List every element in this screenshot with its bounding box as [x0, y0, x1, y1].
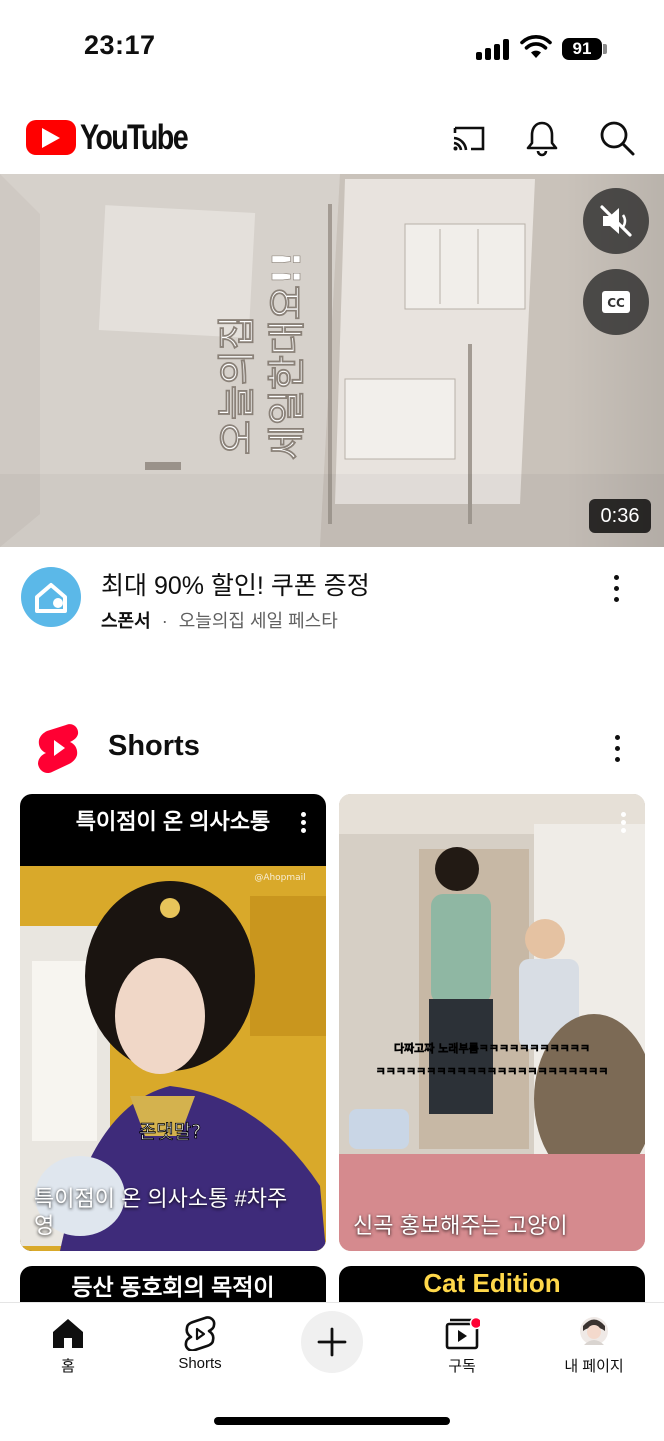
house-logo-icon	[35, 583, 67, 613]
ad-meta: 스폰서 · 오늘의집 세일 페스타	[101, 607, 338, 633]
battery-indicator: 91	[562, 38, 602, 60]
wifi-icon	[520, 34, 552, 60]
short-card-4[interactable]: Cat Edition	[339, 1266, 645, 1302]
shorts-icon	[184, 1316, 216, 1351]
short-card-4-title: Cat Edition	[423, 1268, 561, 1298]
bell-icon[interactable]	[522, 118, 562, 158]
shorts-logo-icon	[36, 722, 80, 774]
status-time: 23:17	[84, 30, 156, 60]
plus-icon	[317, 1327, 347, 1357]
shorts-more-options-icon[interactable]	[613, 735, 621, 765]
short-card-2-title: 신곡 홍보해주는 고양이	[353, 1213, 568, 1238]
subscriptions-icon	[445, 1316, 480, 1350]
short-card-1[interactable]: 특이점이 온 의사소통 @Ahopmail 존댓말? 특이점이 온 의사소통 #…	[20, 794, 326, 1251]
svg-text:존댓말?: 존댓말?	[139, 1121, 202, 1143]
svg-text:다짜고짜 노래부름ㅋㅋㅋㅋㅋㅋㅋㅋㅋㅋㅋ: 다짜고짜 노래부름ㅋㅋㅋㅋㅋㅋㅋㅋㅋㅋㅋ	[394, 1041, 590, 1055]
video-caption-text: 오늘의집 세일한대요!!	[215, 250, 310, 460]
svg-text:오늘의집: 오늘의집	[215, 315, 259, 455]
youtube-logo[interactable]: YouTube	[26, 118, 189, 158]
muted-speaker-icon	[600, 205, 632, 237]
short-card-1-title: 특이점이 온 의사소통 #차주영	[34, 1186, 288, 1238]
home-icon	[53, 1319, 83, 1348]
mute-button[interactable]	[583, 188, 649, 254]
nav-my-page[interactable]: 내 페이지	[539, 1315, 649, 1379]
advertiser-name: 오늘의집 세일 페스타	[178, 611, 338, 631]
cellular-signal-icon	[476, 38, 510, 60]
svg-text:ㅋㅋㅋㅋㅋㅋㅋㅋㅋㅋㅋㅋㅋㅋㅋㅋㅋㅋㅋㅋㅋㅋㅋ: ㅋㅋㅋㅋㅋㅋㅋㅋㅋㅋㅋㅋㅋㅋㅋㅋㅋㅋㅋㅋㅋㅋㅋ	[376, 1065, 609, 1078]
nav-shorts-label: Shorts	[178, 1355, 222, 1372]
video-duration: 0:36	[589, 499, 651, 533]
advertiser-avatar[interactable]	[21, 567, 81, 627]
svg-text:@Ahopmail: @Ahopmail	[254, 873, 305, 883]
ad-title[interactable]: 최대 90% 할인! 쿠폰 증정	[101, 566, 370, 602]
cast-icon[interactable]	[449, 118, 489, 158]
short-card-3[interactable]: 등산 동호회의 목적이	[20, 1266, 326, 1302]
nav-my-page-label: 내 페이지	[564, 1358, 624, 1375]
create-button[interactable]	[301, 1311, 363, 1373]
short-card-1-top-text: 특이점이 온 의사소통	[75, 809, 271, 834]
nav-shorts[interactable]: Shorts	[145, 1315, 255, 1379]
ad-more-options-icon[interactable]	[612, 575, 620, 605]
youtube-play-logo-icon	[26, 120, 76, 155]
sponsor-label: 스폰서	[101, 611, 151, 631]
search-icon[interactable]	[597, 118, 637, 158]
nav-home-label: 홈	[61, 1358, 75, 1375]
short-card-2[interactable]: 다짜고짜 노래부름ㅋㅋㅋㅋㅋㅋㅋㅋㅋㅋㅋ ㅋㅋㅋㅋㅋㅋㅋㅋㅋㅋㅋㅋㅋㅋㅋㅋㅋㅋㅋ…	[339, 794, 645, 1251]
short-card-2-more-icon[interactable]	[619, 812, 627, 842]
battery-cap	[603, 44, 607, 54]
short-card-1-more-icon[interactable]	[299, 812, 307, 842]
svg-text:세일한대요!!: 세일한대요!!	[265, 251, 309, 460]
short-card-2-thumbnail: 다짜고짜 노래부름ㅋㅋㅋㅋㅋㅋㅋㅋㅋㅋㅋ ㅋㅋㅋㅋㅋㅋㅋㅋㅋㅋㅋㅋㅋㅋㅋㅋㅋㅋㅋ…	[339, 794, 645, 1251]
shorts-section-title: Shorts	[108, 730, 200, 762]
nav-home[interactable]: 홈	[13, 1315, 123, 1379]
nav-subscriptions[interactable]: 구독	[407, 1315, 517, 1379]
short-card-3-title: 등산 동호회의 목적이	[71, 1274, 275, 1300]
notification-dot	[469, 1316, 480, 1330]
cc-icon: CC	[602, 291, 630, 313]
nav-subscriptions-label: 구독	[448, 1358, 476, 1375]
profile-avatar	[580, 1317, 608, 1345]
youtube-wordmark: YouTube	[80, 118, 189, 157]
svg-text:CC: CC	[607, 296, 625, 310]
meta-separator: ·	[161, 611, 168, 631]
home-indicator	[214, 1417, 450, 1425]
captions-button[interactable]: CC	[583, 269, 649, 335]
